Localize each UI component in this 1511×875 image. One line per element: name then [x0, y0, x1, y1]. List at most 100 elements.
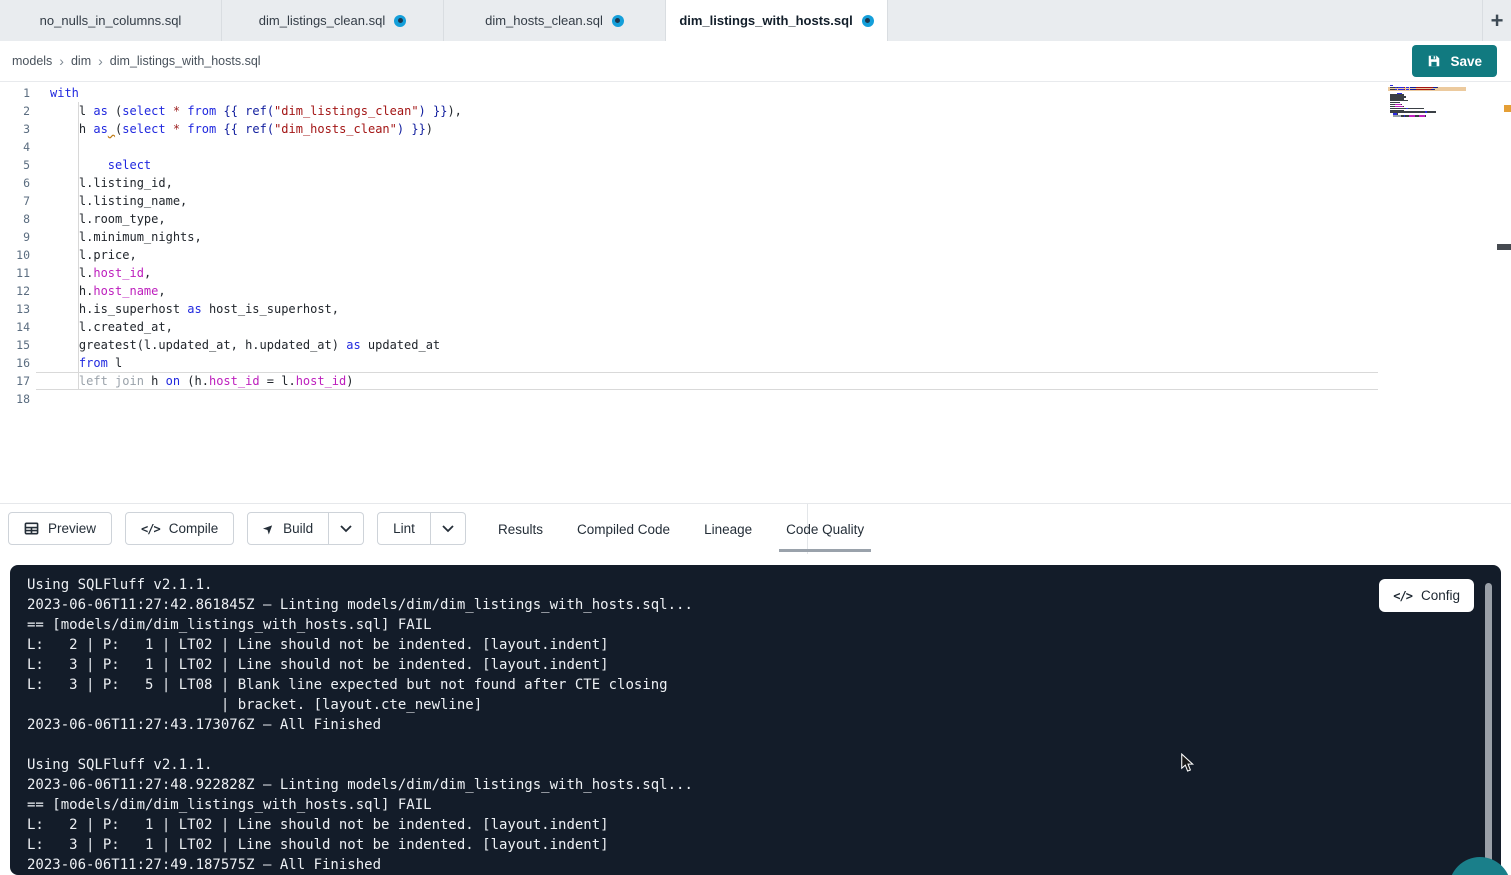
code-text — [30, 138, 50, 156]
code-brackets-icon: </> — [141, 522, 160, 536]
terminal-line: == [models/dim/dim_listings_with_hosts.s… — [27, 615, 1501, 635]
lint-button[interactable]: Lint — [377, 512, 431, 545]
config-button[interactable]: </> Config — [1379, 579, 1474, 612]
line-number: 14 — [0, 318, 30, 336]
breadcrumb-models[interactable]: models — [12, 54, 52, 68]
save-button-label: Save — [1450, 54, 1482, 69]
terminal-line: L: 3 | P: 5 | LT08 | Blank line expected… — [27, 675, 1501, 695]
code-text: l.minimum_nights, — [30, 228, 202, 246]
code-text: l.room_type, — [30, 210, 166, 228]
line-number: 2 — [0, 102, 30, 120]
code-line-18: 18 — [0, 390, 1511, 408]
preview-button-label: Preview — [48, 521, 96, 536]
terminal-line: 2023-06-06T11:27:48.922828Z — Linting mo… — [27, 775, 1501, 795]
tab-bar: no_nulls_in_columns.sqldim_listings_clea… — [0, 0, 1511, 41]
current-line-border — [36, 389, 1378, 390]
code-text: greatest(l.updated_at, h.updated_at) as … — [30, 336, 440, 354]
config-button-label: Config — [1421, 588, 1460, 603]
line-number: 16 — [0, 354, 30, 372]
line-number: 9 — [0, 228, 30, 246]
line-number: 8 — [0, 210, 30, 228]
code-text: l.listing_name, — [30, 192, 187, 210]
terminal-line: L: 3 | P: 1 | LT02 | Line should not be … — [27, 655, 1501, 675]
table-grid-icon — [24, 521, 39, 536]
code-line-6: 6 l.listing_id, — [0, 174, 1511, 192]
code-line-8: 8 l.room_type, — [0, 210, 1511, 228]
tab-results[interactable]: Results — [498, 504, 543, 554]
code-line-16: 16 from l — [0, 354, 1511, 372]
code-line-11: 11 l.host_id, — [0, 264, 1511, 282]
line-number: 15 — [0, 336, 30, 354]
code-brackets-icon: </> — [1393, 589, 1412, 603]
terminal-output[interactable]: Using SQLFluff v2.1.1.2023-06-06T11:27:4… — [10, 565, 1501, 875]
code-lines: 1with2 l as (select * from {{ ref("dim_l… — [0, 84, 1511, 408]
line-number: 17 — [0, 372, 30, 390]
tab-bar-spacer — [888, 0, 1482, 41]
code-text: l.created_at, — [30, 318, 173, 336]
line-number: 1 — [0, 84, 30, 102]
code-text: l.host_id, — [30, 264, 151, 282]
overview-ruler-warning-mark — [1504, 105, 1511, 112]
code-line-14: 14 l.created_at, — [0, 318, 1511, 336]
build-button[interactable]: ➤ Build — [247, 512, 329, 545]
terminal-line: 2023-06-06T11:27:43.173076Z — All Finish… — [27, 715, 1501, 735]
line-number: 13 — [0, 300, 30, 318]
tab-no_nulls_in_columns-sql[interactable]: no_nulls_in_columns.sql — [0, 0, 222, 41]
unsaved-changes-dot-icon — [612, 15, 624, 27]
unsaved-changes-dot-icon — [862, 15, 874, 27]
terminal-line — [27, 735, 1501, 755]
chevron-right-icon: › — [59, 53, 64, 69]
breadcrumb-dim[interactable]: dim — [71, 54, 91, 68]
line-number: 10 — [0, 246, 30, 264]
tab-dim_listings_with_hosts-sql[interactable]: dim_listings_with_hosts.sql — [666, 0, 888, 41]
line-number: 12 — [0, 282, 30, 300]
breadcrumb-file[interactable]: dim_listings_with_hosts.sql — [110, 54, 261, 68]
terminal-line: Using SQLFluff v2.1.1. — [27, 755, 1501, 775]
build-dropdown-button[interactable] — [329, 512, 364, 545]
code-editor[interactable]: 1with2 l as (select * from {{ ref("dim_l… — [0, 82, 1511, 503]
tab-dim_hosts_clean-sql[interactable]: dim_hosts_clean.sql — [444, 0, 666, 41]
current-line-border — [36, 372, 1378, 373]
build-arrow-icon: ➤ — [260, 520, 277, 537]
result-tab-bar: Results Compiled Code Lineage Code Quali… — [498, 504, 864, 554]
save-button[interactable]: Save — [1412, 45, 1497, 77]
terminal-line: 2023-06-06T11:27:49.187575Z — All Finish… — [27, 855, 1501, 875]
tab-label: dim_listings_with_hosts.sql — [679, 13, 852, 28]
unsaved-changes-dot-icon — [394, 15, 406, 27]
chevron-down-icon — [340, 525, 352, 533]
code-line-13: 13 h.is_superhost as host_is_superhost, — [0, 300, 1511, 318]
code-line-15: 15 greatest(l.updated_at, h.updated_at) … — [0, 336, 1511, 354]
breadcrumb: models › dim › dim_listings_with_hosts.s… — [12, 53, 261, 69]
terminal-scrollbar[interactable] — [1485, 583, 1492, 870]
code-text: with — [30, 84, 79, 102]
terminal-line: == [models/dim/dim_listings_with_hosts.s… — [27, 795, 1501, 815]
chevron-right-icon: › — [98, 53, 103, 69]
code-text: h.is_superhost as host_is_superhost, — [30, 300, 339, 318]
tab-code-quality[interactable]: Code Quality — [786, 504, 864, 554]
code-text — [30, 390, 50, 408]
new-tab-button[interactable]: + — [1482, 0, 1511, 41]
minimap[interactable] — [1390, 85, 1462, 119]
editor-scrollbar-mark[interactable] — [1497, 244, 1511, 250]
line-number: 7 — [0, 192, 30, 210]
chevron-down-icon — [442, 525, 454, 533]
preview-button[interactable]: Preview — [8, 512, 112, 545]
lint-dropdown-button[interactable] — [431, 512, 466, 545]
code-line-5: 5 select — [0, 156, 1511, 174]
code-line-7: 7 l.listing_name, — [0, 192, 1511, 210]
code-line-10: 10 l.price, — [0, 246, 1511, 264]
terminal-line: Using SQLFluff v2.1.1. — [27, 575, 1501, 595]
code-line-17: 17 left join h on (h.host_id = l.host_id… — [0, 372, 1511, 390]
tab-lineage[interactable]: Lineage — [704, 504, 752, 554]
terminal-line: 2023-06-06T11:27:42.861845Z — Linting mo… — [27, 595, 1501, 615]
code-text: from l — [30, 354, 122, 372]
code-text: l.listing_id, — [30, 174, 173, 192]
terminal-line: L: 3 | P: 1 | LT02 | Line should not be … — [27, 835, 1501, 855]
tab-dim_listings_clean-sql[interactable]: dim_listings_clean.sql — [222, 0, 444, 41]
compile-button[interactable]: </> Compile — [125, 512, 234, 545]
tab-label: dim_hosts_clean.sql — [485, 13, 603, 28]
tab-compiled-code[interactable]: Compiled Code — [577, 504, 670, 554]
compile-button-label: Compile — [169, 521, 219, 536]
code-text: h as (select * from {{ ref("dim_hosts_cl… — [30, 120, 433, 138]
line-number: 4 — [0, 138, 30, 156]
